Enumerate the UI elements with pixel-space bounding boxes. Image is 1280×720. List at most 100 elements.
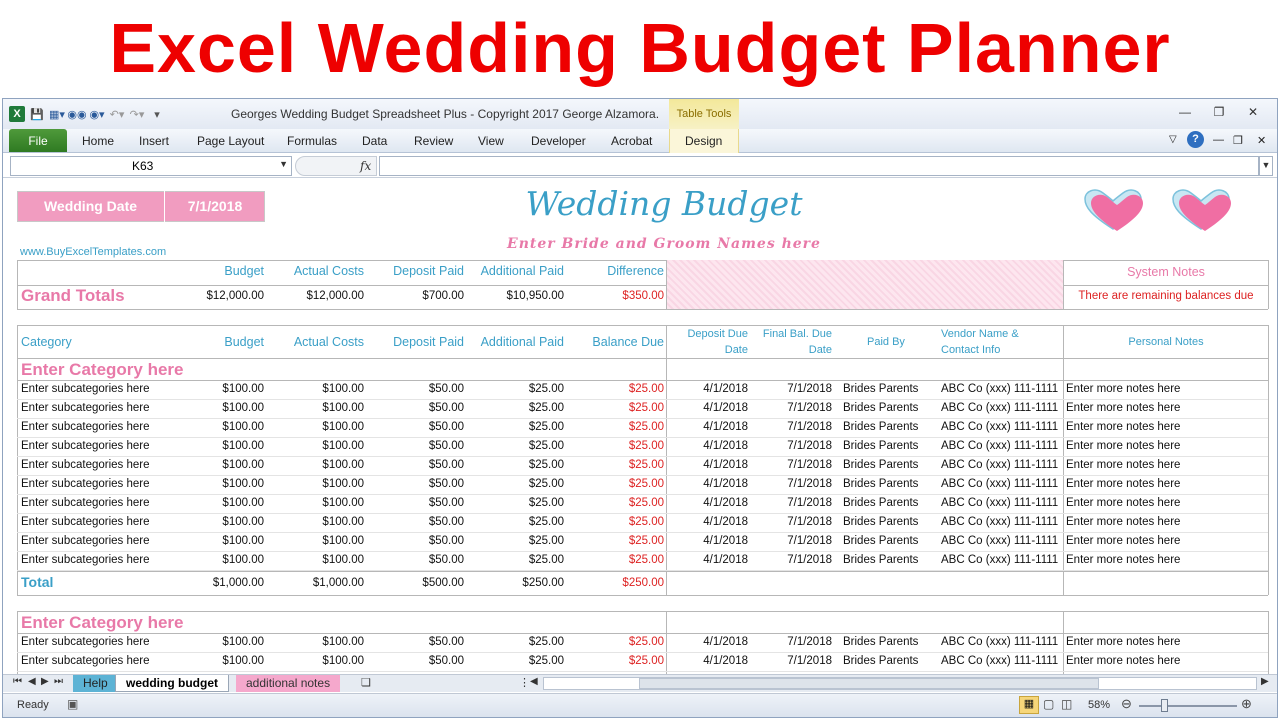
help-icon[interactable]: ?	[1187, 131, 1204, 148]
tab-developer[interactable]: Developer	[531, 134, 586, 148]
row-budget[interactable]: $100.00	[169, 440, 264, 452]
row-paid-by[interactable]: Brides Parents	[843, 516, 918, 528]
row-deposit-date[interactable]: 4/1/2018	[669, 402, 748, 414]
minimize-icon[interactable]: —	[1171, 105, 1199, 123]
formula-input[interactable]	[379, 156, 1259, 176]
row-additional[interactable]: $25.00	[464, 421, 564, 433]
row-deposit[interactable]: $50.00	[364, 516, 464, 528]
row-actual[interactable]: $100.00	[264, 516, 364, 528]
tab-formulas[interactable]: Formulas	[287, 134, 337, 148]
insert-function-icon[interactable]: fx	[360, 159, 371, 173]
binoculars-dropdown-icon[interactable]: ◉▾	[89, 106, 105, 122]
row-paid-by[interactable]: Brides Parents	[843, 497, 918, 509]
row-actual[interactable]: $100.00	[264, 655, 364, 667]
row-final-date[interactable]: 7/1/2018	[749, 440, 832, 452]
row-deposit[interactable]: $50.00	[364, 459, 464, 471]
row-subcategory[interactable]: Enter subcategories here	[21, 421, 150, 433]
row-additional[interactable]: $25.00	[464, 478, 564, 490]
row-final-date[interactable]: 7/1/2018	[749, 402, 832, 414]
row-actual[interactable]: $100.00	[264, 440, 364, 452]
row-budget[interactable]: $100.00	[169, 516, 264, 528]
row-notes[interactable]: Enter more notes here	[1066, 516, 1180, 528]
row-subcategory[interactable]: Enter subcategories here	[21, 636, 150, 648]
row-subcategory[interactable]: Enter subcategories here	[21, 402, 150, 414]
row-balance[interactable]: $25.00	[564, 636, 664, 648]
zoom-slider-thumb[interactable]	[1161, 699, 1168, 712]
row-deposit-date[interactable]: 4/1/2018	[669, 535, 748, 547]
row-notes[interactable]: Enter more notes here	[1066, 478, 1180, 490]
row-balance[interactable]: $25.00	[564, 516, 664, 528]
redo-icon[interactable]: ↷▾	[129, 106, 145, 122]
binoculars-icon[interactable]: ◉◉	[67, 106, 86, 122]
chevron-down-icon[interactable]: ▼	[279, 159, 288, 169]
row-subcategory[interactable]: Enter subcategories here	[21, 459, 150, 471]
row-budget[interactable]: $100.00	[169, 402, 264, 414]
row-actual[interactable]: $100.00	[264, 459, 364, 471]
row-additional[interactable]: $25.00	[464, 440, 564, 452]
sheet-tab-help[interactable]: Help	[73, 675, 118, 692]
row-subcategory[interactable]: Enter subcategories here	[21, 440, 150, 452]
row-actual[interactable]: $100.00	[264, 497, 364, 509]
row-final-date[interactable]: 7/1/2018	[749, 516, 832, 528]
row-final-date[interactable]: 7/1/2018	[749, 421, 832, 433]
tab-design[interactable]: Design	[685, 134, 722, 148]
row-deposit[interactable]: $50.00	[364, 421, 464, 433]
bride-groom-names[interactable]: Enter Bride and Groom Names here	[469, 236, 859, 252]
row-balance[interactable]: $25.00	[564, 459, 664, 471]
wedding-date-value[interactable]: 7/1/2018	[164, 191, 265, 222]
row-subcategory[interactable]: Enter subcategories here	[21, 554, 150, 566]
customize-qat-icon[interactable]: ▾	[149, 106, 165, 122]
expand-formula-bar-icon[interactable]: ▼	[1259, 156, 1273, 176]
row-paid-by[interactable]: Brides Parents	[843, 402, 918, 414]
grand-actual[interactable]: $12,000.00	[264, 290, 364, 302]
row-budget[interactable]: $100.00	[169, 497, 264, 509]
grand-budget[interactable]: $12,000.00	[169, 290, 264, 302]
tab-data[interactable]: Data	[362, 134, 387, 148]
close-icon[interactable]: ✕	[1239, 105, 1267, 123]
row-paid-by[interactable]: Brides Parents	[843, 554, 918, 566]
row-deposit[interactable]: $50.00	[364, 655, 464, 667]
row-vendor[interactable]: ABC Co (xxx) 111-1111	[941, 655, 1058, 667]
row-paid-by[interactable]: Brides Parents	[843, 459, 918, 471]
row-final-date[interactable]: 7/1/2018	[749, 554, 832, 566]
row-paid-by[interactable]: Brides Parents	[843, 478, 918, 490]
row-additional[interactable]: $25.00	[464, 554, 564, 566]
row-balance[interactable]: $25.00	[564, 383, 664, 395]
row-paid-by[interactable]: Brides Parents	[843, 383, 918, 395]
row-notes[interactable]: Enter more notes here	[1066, 402, 1180, 414]
row-vendor[interactable]: ABC Co (xxx) 111-1111	[941, 636, 1058, 648]
row-paid-by[interactable]: Brides Parents	[843, 655, 918, 667]
form-icon[interactable]: ▦▾	[49, 106, 65, 122]
row-subcategory[interactable]: Enter subcategories here	[21, 478, 150, 490]
row-actual[interactable]: $100.00	[264, 535, 364, 547]
row-notes[interactable]: Enter more notes here	[1066, 459, 1180, 471]
macro-record-icon[interactable]: ▣	[67, 697, 78, 711]
website-link[interactable]: www.BuyExcelTemplates.com	[20, 246, 166, 258]
row-vendor[interactable]: ABC Co (xxx) 111-1111	[941, 478, 1058, 490]
zoom-slider[interactable]	[1139, 705, 1237, 707]
row-budget[interactable]: $100.00	[169, 535, 264, 547]
row-additional[interactable]: $25.00	[464, 497, 564, 509]
page-break-view-icon[interactable]: ◫	[1061, 697, 1072, 711]
row-final-date[interactable]: 7/1/2018	[749, 459, 832, 471]
row-budget[interactable]: $100.00	[169, 421, 264, 433]
category-title[interactable]: Enter Category here	[21, 360, 184, 380]
row-notes[interactable]: Enter more notes here	[1066, 535, 1180, 547]
row-paid-by[interactable]: Brides Parents	[843, 636, 918, 648]
row-budget[interactable]: $100.00	[169, 383, 264, 395]
workbook-close-icon[interactable]: ✕	[1257, 134, 1266, 147]
row-deposit-date[interactable]: 4/1/2018	[669, 421, 748, 433]
row-subcategory[interactable]: Enter subcategories here	[21, 383, 150, 395]
restore-icon[interactable]: ❐	[1205, 105, 1233, 123]
row-balance[interactable]: $25.00	[564, 478, 664, 490]
row-deposit[interactable]: $50.00	[364, 478, 464, 490]
zoom-in-icon[interactable]: ⊕	[1241, 696, 1252, 712]
tab-view[interactable]: View	[478, 134, 504, 148]
row-actual[interactable]: $100.00	[264, 402, 364, 414]
row-paid-by[interactable]: Brides Parents	[843, 421, 918, 433]
row-budget[interactable]: $100.00	[169, 655, 264, 667]
total-deposit[interactable]: $500.00	[364, 577, 464, 589]
row-deposit[interactable]: $50.00	[364, 554, 464, 566]
row-final-date[interactable]: 7/1/2018	[749, 636, 832, 648]
name-box[interactable]: K63 ▼	[10, 156, 292, 176]
